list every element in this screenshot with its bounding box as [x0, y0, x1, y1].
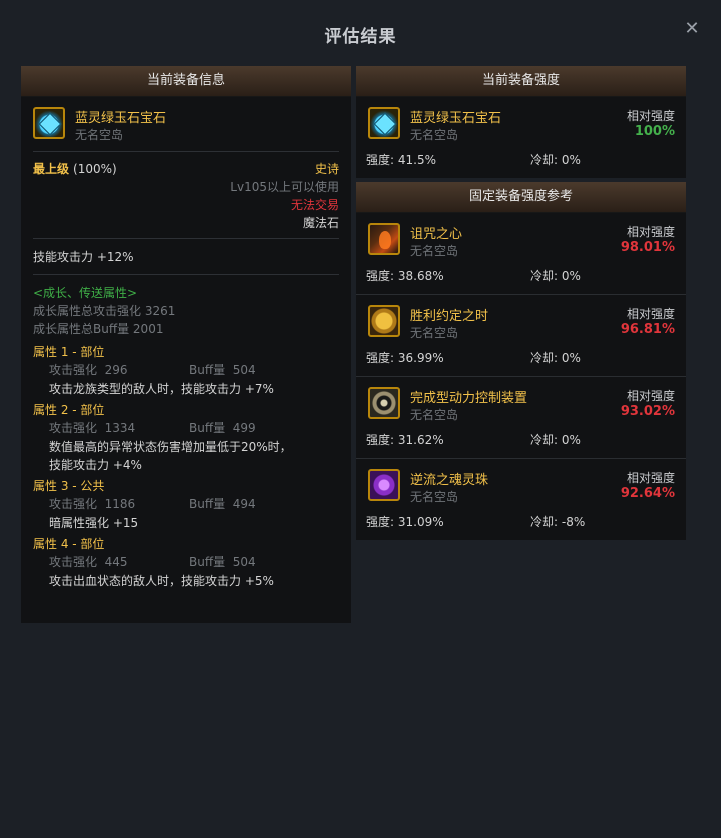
- buff-label: Buff量: [189, 363, 226, 377]
- right-column: 当前装备强度 蓝灵绿玉石宝石 无名空岛 相对强度 100% 强度: 41.5% …: [356, 66, 686, 544]
- attack-value: 296: [104, 363, 128, 377]
- grade-pct: (100%): [73, 162, 117, 176]
- curse-icon: [368, 223, 400, 255]
- relative-strength-label: 相对强度: [626, 225, 675, 239]
- buff-label: Buff量: [189, 497, 226, 511]
- item-name: 胜利约定之时: [410, 309, 489, 324]
- evaluation-dialog: 评估结果 ✕ 当前装备信息 蓝灵绿玉石宝石 无名空岛 最上级 (100%) 史诗…: [0, 0, 721, 838]
- reference-item: 胜利约定之时 无名空岛 相对强度 96.81% 强度: 36.99% 冷却: 0…: [356, 295, 686, 377]
- attribute-title: 属性 1 - 部位: [33, 345, 105, 359]
- item-name: 蓝灵绿玉石宝石: [75, 111, 167, 126]
- level-requirement: Lv105以上可以使用: [230, 180, 339, 194]
- dialog-title: 评估结果: [324, 27, 397, 47]
- attribute-values: 攻击强化 1186 Buff量 494: [33, 495, 339, 514]
- relative-strength-label: 相对强度: [626, 109, 675, 123]
- relative-strength-label: 相对强度: [626, 307, 675, 321]
- item-source: 无名空岛: [75, 128, 124, 142]
- attribute-title: 属性 2 - 部位: [33, 403, 105, 417]
- attack-label: 攻击强化: [49, 497, 98, 511]
- buff-label: Buff量: [189, 421, 226, 435]
- cooldown-value: 冷却: 0%: [530, 153, 581, 167]
- reference-item: 逆流之魂灵珠 无名空岛 相对强度 92.64% 强度: 31.09% 冷却: -…: [356, 459, 686, 540]
- gem-icon: [33, 107, 65, 139]
- attribute-block: 属性 2 - 部位 攻击强化 1334 Buff量 499 数值最高的异常状态伤…: [33, 398, 339, 474]
- oath-icon: [368, 305, 400, 337]
- item-name: 完成型动力控制装置: [410, 391, 528, 406]
- attribute-list: 属性 1 - 部位 攻击强化 296 Buff量 504 攻击龙族类型的敌人时，…: [33, 338, 339, 590]
- attribute-title: 属性 4 - 部位: [33, 537, 105, 551]
- trade-status: 无法交易: [290, 198, 339, 212]
- relative-strength-value: 93.02%: [620, 404, 675, 419]
- item-name: 逆流之魂灵珠: [410, 473, 489, 488]
- gem-icon: [368, 107, 400, 139]
- relative-strength-value: 98.01%: [620, 240, 675, 255]
- reference-list: 诅咒之心 无名空岛 相对强度 98.01% 强度: 38.68% 冷却: 0% …: [356, 213, 686, 540]
- growth-total-attack: 成长属性总攻击强化 3261: [33, 304, 176, 318]
- orb-icon: [368, 469, 400, 501]
- relative-strength-label: 相对强度: [626, 389, 675, 403]
- panel-header: 当前装备信息: [21, 66, 351, 97]
- attribute-effect: 技能攻击力 +4%: [49, 458, 142, 472]
- cooldown-value: 冷却: 0%: [530, 351, 581, 365]
- panel-header: 当前装备强度: [356, 66, 686, 97]
- buff-value: 504: [232, 363, 256, 377]
- item-name: 诅咒之心: [410, 227, 463, 242]
- skill-attack: 技能攻击力 +12%: [33, 250, 134, 264]
- strength-value: 强度: 41.5%: [366, 153, 436, 167]
- item-source: 无名空岛: [410, 128, 459, 142]
- reference-item: 完成型动力控制装置 无名空岛 相对强度 93.02% 强度: 31.62% 冷却…: [356, 377, 686, 459]
- attack-label: 攻击强化: [49, 421, 98, 435]
- attribute-effect: 数值最高的异常状态伤害增加量低于20%时，: [49, 440, 292, 454]
- attribute-values: 攻击强化 296 Buff量 504: [33, 361, 339, 380]
- attribute-values: 攻击强化 1334 Buff量 499: [33, 419, 339, 438]
- attack-label: 攻击强化: [49, 555, 98, 569]
- reference-strength-panel: 固定装备强度参考 诅咒之心 无名空岛 相对强度 98.01% 强度: 38.68…: [356, 182, 686, 540]
- relative-strength-value: 96.81%: [620, 322, 675, 337]
- attribute-block: 属性 1 - 部位 攻击强化 296 Buff量 504 攻击龙族类型的敌人时，…: [33, 340, 339, 398]
- strength-value: 强度: 31.09%: [366, 515, 444, 529]
- buff-label: Buff量: [189, 555, 226, 569]
- gear-icon: [368, 387, 400, 419]
- attack-value: 445: [104, 555, 128, 569]
- attribute-effect: 攻击出血状态的敌人时，技能攻击力 +5%: [49, 574, 274, 588]
- buff-value: 494: [232, 497, 256, 511]
- attack-value: 1186: [104, 497, 136, 511]
- cooldown-value: 冷却: -8%: [530, 515, 586, 529]
- attribute-block: 属性 4 - 部位 攻击强化 445 Buff量 504 攻击出血状态的敌人时，…: [33, 532, 339, 590]
- item-header: 蓝灵绿玉石宝石 无名空岛: [21, 97, 351, 151]
- strength-value: 强度: 38.68%: [366, 269, 444, 283]
- close-icon[interactable]: ✕: [683, 20, 701, 38]
- item-type: 魔法石: [302, 216, 339, 230]
- item-source: 无名空岛: [410, 244, 459, 258]
- grade-label: 最上级: [33, 162, 70, 176]
- current-equipment-info-panel: 当前装备信息 蓝灵绿玉石宝石 无名空岛 最上级 (100%) 史诗 Lv105以…: [21, 66, 351, 623]
- growth-title: <成长、传送属性>: [33, 286, 138, 300]
- growth-total-buff: 成长属性总Buff量 2001: [33, 322, 164, 336]
- buff-value: 504: [232, 555, 256, 569]
- item-source: 无名空岛: [410, 408, 459, 422]
- strength-value: 强度: 31.62%: [366, 433, 444, 447]
- relative-strength-label: 相对强度: [626, 471, 675, 485]
- attribute-effect: 暗属性强化 +15: [49, 516, 139, 530]
- buff-value: 499: [232, 421, 256, 435]
- relative-strength-value: 92.64%: [620, 486, 675, 501]
- attribute-title: 属性 3 - 公共: [33, 479, 105, 493]
- panel-header: 固定装备强度参考: [356, 182, 686, 213]
- attribute-values: 攻击强化 445 Buff量 504: [33, 553, 339, 572]
- reference-item: 诅咒之心 无名空岛 相对强度 98.01% 强度: 38.68% 冷却: 0%: [356, 213, 686, 295]
- rarity: 史诗: [314, 162, 339, 176]
- item-source: 无名空岛: [410, 490, 459, 504]
- attack-value: 1334: [104, 421, 136, 435]
- attack-label: 攻击强化: [49, 363, 98, 377]
- item-source: 无名空岛: [410, 326, 459, 340]
- cooldown-value: 冷却: 0%: [530, 269, 581, 283]
- attribute-block: 属性 3 - 公共 攻击强化 1186 Buff量 494 暗属性强化 +15: [33, 474, 339, 532]
- attribute-effect: 攻击龙族类型的敌人时，技能攻击力 +7%: [49, 382, 274, 396]
- relative-strength-value: 100%: [634, 124, 675, 139]
- current-strength-panel: 当前装备强度 蓝灵绿玉石宝石 无名空岛 相对强度 100% 强度: 41.5% …: [356, 66, 686, 178]
- cooldown-value: 冷却: 0%: [530, 433, 581, 447]
- strength-value: 强度: 36.99%: [366, 351, 444, 365]
- item-name: 蓝灵绿玉石宝石: [410, 111, 502, 126]
